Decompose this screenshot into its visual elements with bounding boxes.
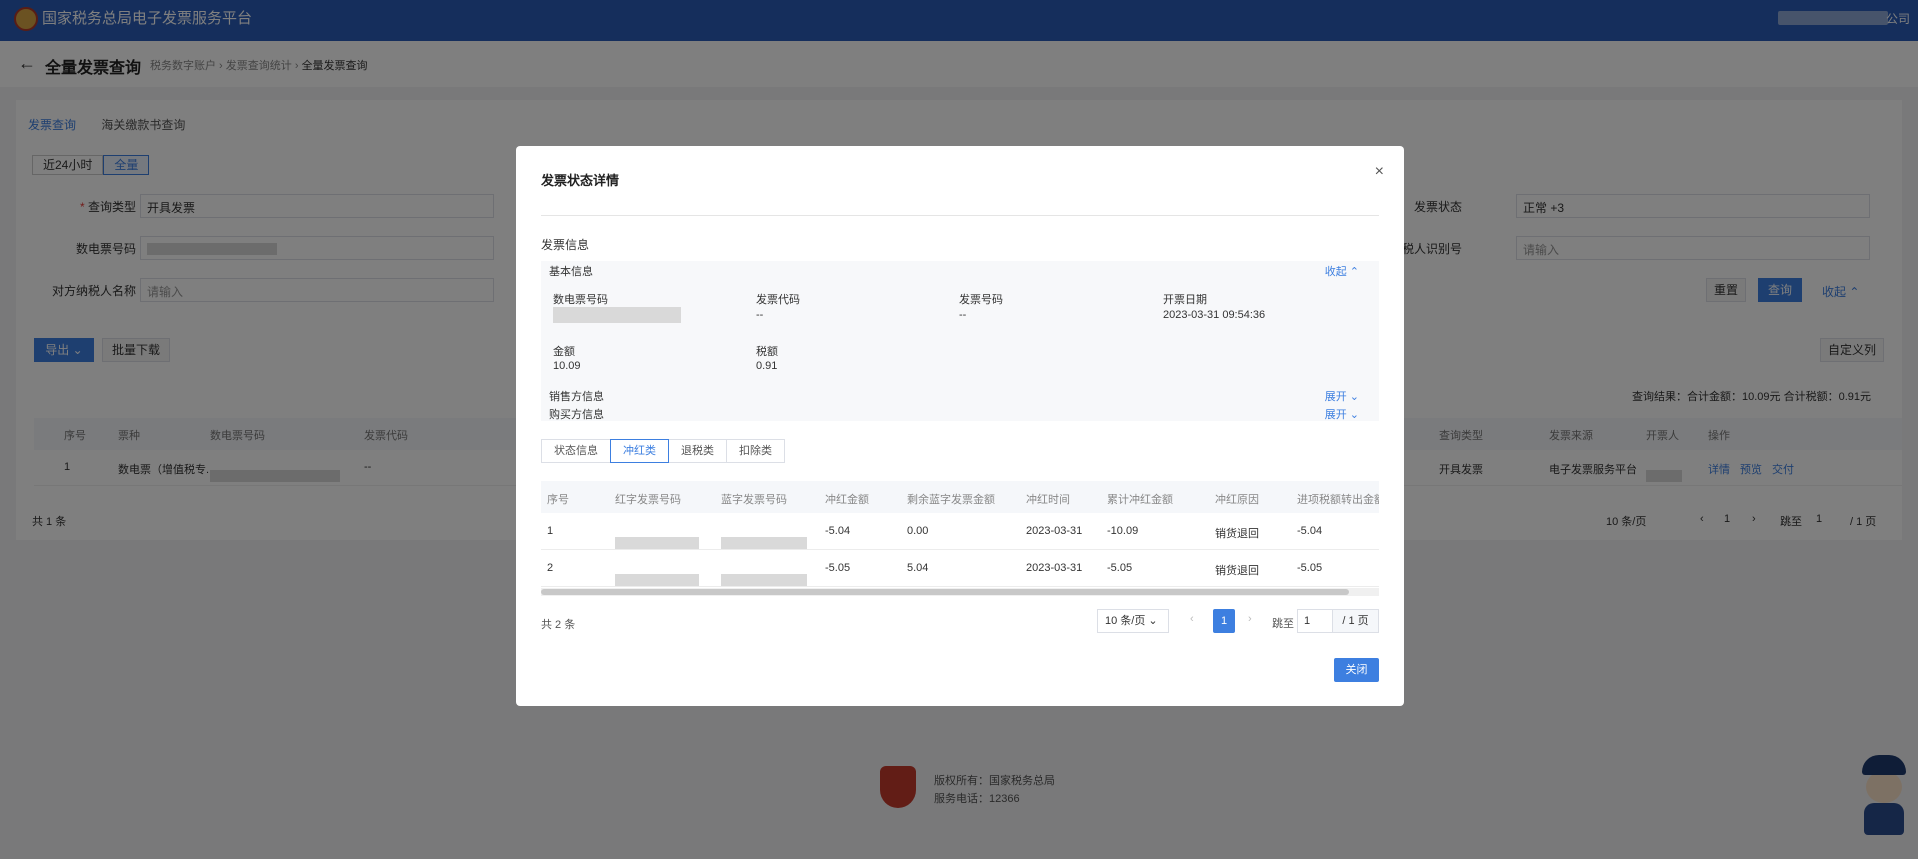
red-time: 2023-03-31 [1026,525,1083,537]
col-red-invoice-no: 红字发票号码 [615,494,681,506]
table-total: 共 2 条 [541,619,576,631]
close-button[interactable]: 关闭 [1334,658,1379,682]
red-reason: 销货退回 [1215,528,1259,540]
red-reason: 销货退回 [1215,565,1259,577]
table-header: 序号 红字发票号码 蓝字发票号码 冲红金额 剩余蓝字发票金额 冲红时间 累计冲红… [541,481,1379,513]
modal-title: 发票状态详情 [541,173,620,188]
detail-subtabs: 状态信息 冲红类 退税类 扣除类 [541,439,785,463]
tab-deduction[interactable]: 扣除类 [726,439,785,463]
red-time: 2023-03-31 [1026,562,1083,574]
red-amount: -5.04 [825,525,851,537]
amount-label: 金额 [553,346,575,358]
cumulative-amount: -5.05 [1107,562,1133,574]
remaining-amount: 5.04 [907,562,929,574]
expand-buyer-link[interactable]: 展开 ⌄ [1325,406,1359,422]
tab-status-info[interactable]: 状态信息 [541,439,611,463]
horizontal-scrollbar[interactable] [541,588,1379,596]
col-input-tax-transfer: 进项税额转出金额 [1297,494,1379,506]
cumulative-amount: -10.09 [1107,525,1139,537]
input-tax-transfer: -5.04 [1297,525,1323,537]
tab-tax-refund[interactable]: 退税类 [668,439,727,463]
row-index: 1 [547,525,554,537]
prev-page-icon[interactable]: ‹ [1190,613,1194,625]
invoice-no-label: 发票号码 [959,294,1003,306]
section-title: 发票信息 [541,238,590,252]
tax-label: 税额 [756,346,778,358]
collapse-basic-link[interactable]: 收起 ⌃ [1325,263,1359,279]
col-blue-invoice-no: 蓝字发票号码 [721,494,787,506]
expand-seller-link[interactable]: 展开 ⌄ [1325,388,1359,404]
tab-red-offset[interactable]: 冲红类 [610,439,669,463]
invoice-code-label: 发票代码 [756,294,800,306]
divider [541,215,1379,216]
e-invoice-no-value-redacted [553,307,681,323]
col-red-reason: 冲红原因 [1215,494,1259,506]
close-icon[interactable]: × [1375,163,1384,181]
goto-label: 跳至 [1272,618,1294,630]
basic-info-label: 基本信息 [549,266,593,278]
col-cumulative-amount: 累计冲红金额 [1107,494,1173,506]
scrollbar-thumb[interactable] [541,589,1349,595]
e-invoice-no-label: 数电票号码 [553,294,608,306]
total-pages: / 1 页 [1332,609,1379,633]
col-remaining-amount: 剩余蓝字发票金额 [907,494,995,506]
goto-page-input[interactable]: 1 [1297,609,1333,633]
col-red-amount: 冲红金额 [825,494,869,506]
invoice-code-value: -- [756,309,764,321]
table-row: 2 -5.05 5.04 2023-03-31 -5.05 销货退回 -5.05 [541,550,1379,587]
red-amount: -5.05 [825,562,851,574]
col-index: 序号 [547,494,569,506]
table-row: 1 -5.04 0.00 2023-03-31 -10.09 销货退回 -5.0… [541,513,1379,550]
red-offset-table: 序号 红字发票号码 蓝字发票号码 冲红金额 剩余蓝字发票金额 冲红时间 累计冲红… [541,481,1379,587]
page-size-select[interactable]: 10 条/页 ⌄ [1097,609,1169,633]
col-red-time: 冲红时间 [1026,494,1070,506]
row-index: 2 [547,562,554,574]
tax-value: 0.91 [756,360,778,372]
invoice-status-modal: 发票状态详情 × 发票信息 基本信息 收起 ⌃ 数电票号码 发票代码 -- 发票… [516,146,1404,706]
page-1-button[interactable]: 1 [1213,609,1235,633]
amount-value: 10.09 [553,360,581,372]
seller-info-label: 销售方信息 [549,391,604,403]
input-tax-transfer: -5.05 [1297,562,1323,574]
remaining-amount: 0.00 [907,525,929,537]
issue-date-label: 开票日期 [1163,294,1207,306]
next-page-icon[interactable]: › [1248,613,1252,625]
invoice-no-value: -- [959,309,967,321]
buyer-info-label: 购买方信息 [549,409,604,421]
invoice-info-box: 基本信息 收起 ⌃ 数电票号码 发票代码 -- 发票号码 -- 开票日期 202… [541,261,1379,421]
issue-date-value: 2023-03-31 09:54:36 [1163,309,1266,321]
